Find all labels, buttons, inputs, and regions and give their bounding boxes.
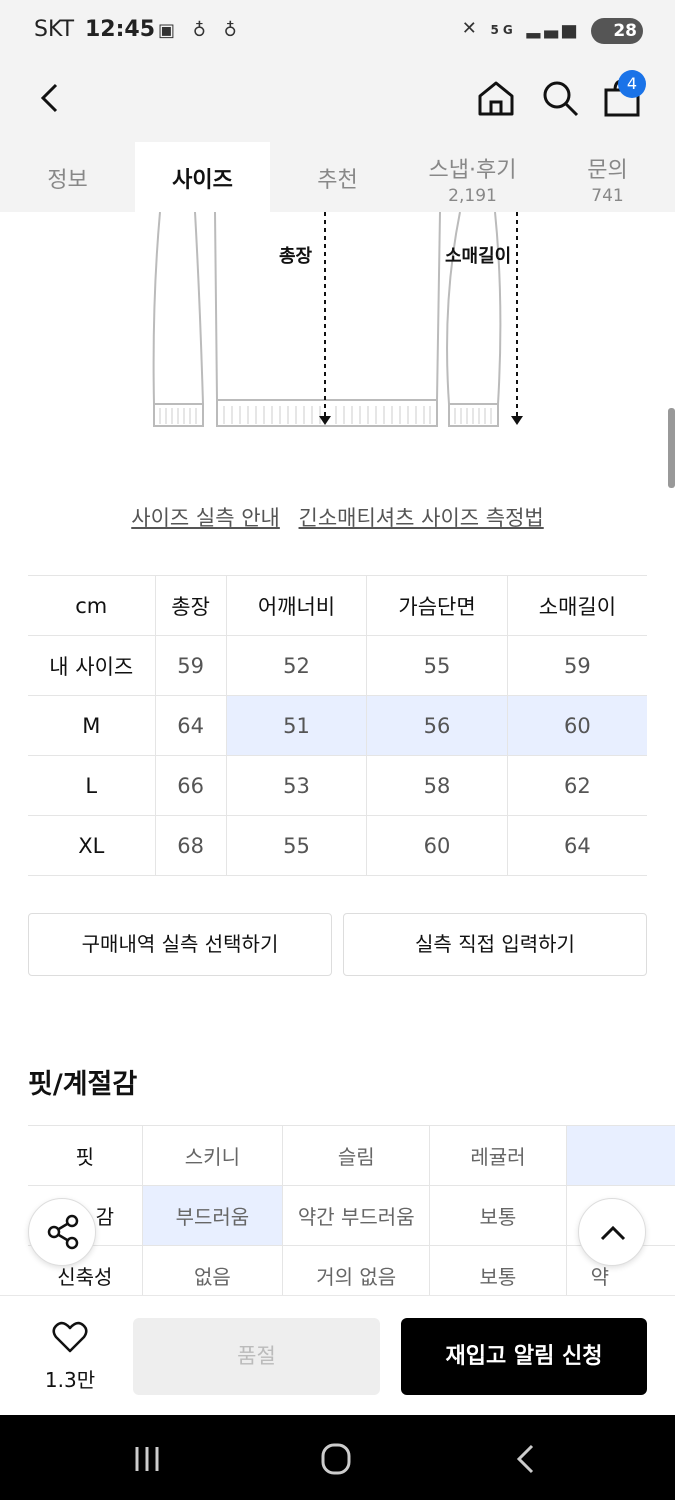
measure-buttons: 구매내역 실측 선택하기 실측 직접 입력하기	[28, 913, 647, 976]
battery-indicator: 28	[591, 18, 643, 44]
table-cell: 보통	[429, 1185, 567, 1246]
carrier-label: SKT	[34, 17, 75, 42]
length-label: 총장	[279, 246, 313, 267]
signal-icons: ✕ 5G ▂▃▅	[462, 18, 580, 39]
soldout-button[interactable]: 품절	[133, 1318, 380, 1395]
table-row: 핏 스키니 슬림 레귤러	[28, 1125, 675, 1186]
table-row[interactable]: M 64 51 56 60	[28, 695, 647, 756]
back-nav-icon[interactable]	[506, 1441, 546, 1477]
table-cell: L	[28, 755, 155, 816]
mute-icon: ✕	[461, 18, 481, 39]
size-diagram: 총장 소매길이	[0, 211, 675, 452]
tab-label: 사이즈	[172, 168, 233, 193]
scroll-top-button[interactable]	[578, 1198, 646, 1266]
table-cell: M	[28, 695, 155, 756]
table-cell: 슬림	[282, 1125, 430, 1186]
table-cell: 68	[154, 815, 227, 876]
tab-inquiry[interactable]: 문의 741	[540, 142, 675, 212]
size-guide-links: 사이즈 실측 안내 긴소매티셔츠 사이즈 측정법	[0, 502, 675, 532]
restock-alert-button[interactable]: 재입고 알림 신청	[401, 1318, 647, 1395]
fit-table: 핏 스키니 슬림 레귤러 감 부드러움 약간 부드러움 보통 약간 신축성 없음…	[28, 1125, 675, 1306]
table-header: 어깨너비	[225, 575, 367, 636]
tab-label: 추천	[317, 168, 358, 193]
table-header: 소매길이	[506, 575, 647, 636]
table-cell: 스키니	[141, 1125, 283, 1186]
heart-icon[interactable]	[52, 1320, 88, 1354]
purchase-history-measure-button[interactable]: 구매내역 실측 선택하기	[28, 913, 332, 976]
network-label: 5G	[490, 23, 517, 37]
table-cell: 레귤러	[429, 1125, 567, 1186]
app-header: 4	[0, 62, 675, 142]
clock: 12:45	[85, 17, 156, 42]
tab-info[interactable]: 정보	[0, 142, 135, 212]
table-header-row: cm 총장 어깨너비 가슴단면 소매길이	[28, 575, 647, 636]
section-tabs: 정보 사이즈 추천 스냅·후기 2,191 문의 741	[0, 142, 675, 212]
home-icon[interactable]	[476, 78, 516, 118]
direct-input-measure-button[interactable]: 실측 직접 입력하기	[343, 913, 647, 976]
table-row: 내 사이즈 59 52 55 59	[28, 635, 647, 696]
tab-count: 2,191	[448, 186, 497, 206]
table-cell	[565, 1125, 675, 1186]
size-guide-link[interactable]: 사이즈 실측 안내	[131, 506, 280, 530]
table-row[interactable]: L 66 53 58 62	[28, 755, 647, 816]
table-cell: 64	[154, 695, 227, 756]
table-cell: 64	[506, 815, 647, 876]
system-nav-bar	[0, 1415, 675, 1500]
table-header: cm	[28, 575, 155, 636]
table-cell: 58	[366, 755, 508, 816]
table-cell: 52	[225, 635, 367, 696]
table-row[interactable]: XL 68 55 60 64	[28, 815, 647, 876]
table-cell: 59	[506, 635, 647, 696]
sleeve-length-label: 소매길이	[445, 246, 512, 267]
table-cell: 53	[225, 755, 367, 816]
tab-label: 스냅·후기	[428, 158, 517, 183]
measure-method-link[interactable]: 긴소매티셔츠 사이즈 측정법	[299, 506, 544, 530]
search-icon[interactable]	[540, 78, 580, 118]
fit-section-title: 핏/계절감	[28, 1069, 138, 1100]
status-bar: SKT 12:45 ▣ ♁ ♁ ✕ 5G ▂▃▅ 28	[0, 0, 675, 62]
tab-label: 문의	[587, 158, 628, 183]
tab-recommend[interactable]: 추천	[270, 142, 405, 212]
table-cell: 60	[366, 815, 508, 876]
chevron-up-icon	[600, 1225, 626, 1241]
table-cell: 62	[506, 755, 647, 816]
recent-apps-icon[interactable]	[127, 1441, 167, 1477]
share-icon	[47, 1214, 79, 1250]
table-cell: 55	[225, 815, 367, 876]
tab-size[interactable]: 사이즈	[135, 142, 270, 212]
back-icon[interactable]	[34, 80, 70, 116]
share-button[interactable]	[28, 1198, 96, 1266]
table-cell: 부드러움	[141, 1185, 283, 1246]
size-table: cm 총장 어깨너비 가슴단면 소매길이 내 사이즈 59 52 55 59 M…	[28, 575, 647, 876]
notification-icons: ▣ ♁ ♁	[158, 20, 243, 41]
cart-count-badge: 4	[618, 70, 646, 98]
table-cell: 51	[225, 695, 367, 756]
like-count: 1.3만	[44, 1368, 96, 1392]
tab-label: 정보	[47, 168, 88, 193]
table-cell: 56	[366, 695, 508, 756]
table-cell: 59	[154, 635, 227, 696]
table-cell: 55	[366, 635, 508, 696]
table-cell: 핏	[28, 1125, 143, 1186]
purchase-bar: 1.3만 품절 재입고 알림 신청	[0, 1295, 675, 1415]
table-cell: 내 사이즈	[28, 635, 155, 696]
table-cell: XL	[28, 815, 155, 876]
table-cell: 60	[506, 695, 647, 756]
tab-count: 741	[591, 186, 624, 206]
tab-snap-review[interactable]: 스냅·후기 2,191	[405, 142, 540, 212]
table-header: 총장	[154, 575, 227, 636]
signal-icon: ▂▃▅	[526, 18, 580, 39]
home-nav-icon[interactable]	[316, 1441, 356, 1477]
table-header: 가슴단면	[366, 575, 508, 636]
table-cell: 약간 부드러움	[282, 1185, 430, 1246]
scrollbar[interactable]	[668, 408, 675, 488]
table-cell: 66	[154, 755, 227, 816]
garment-illustration	[152, 211, 523, 427]
